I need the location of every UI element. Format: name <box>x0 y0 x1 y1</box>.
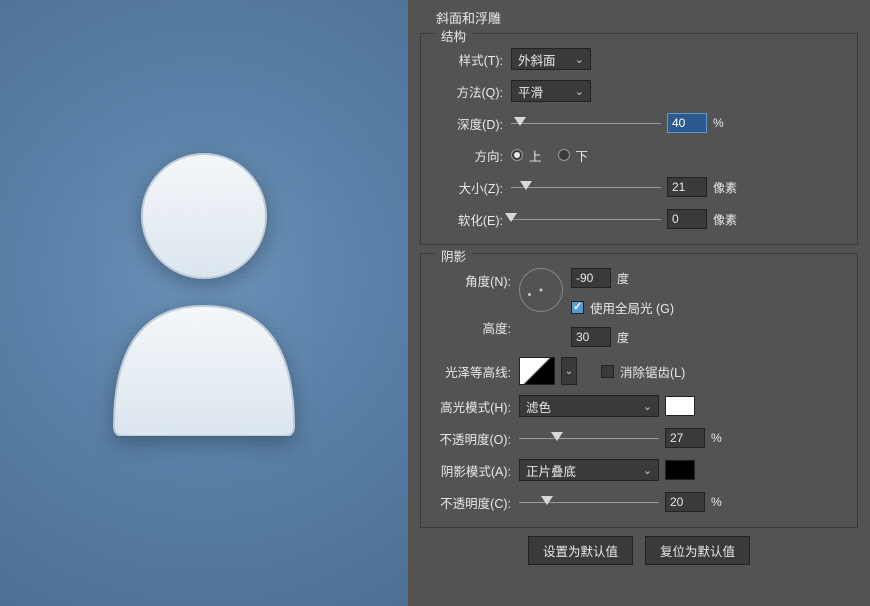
radio-icon <box>511 149 523 161</box>
soften-slider[interactable] <box>511 212 661 226</box>
style-label: 样式(T): <box>431 50 511 69</box>
contour-label: 光泽等高线: <box>431 362 519 381</box>
technique-dropdown[interactable]: 平滑 <box>511 80 591 102</box>
highlight-opacity-unit: % <box>711 431 722 445</box>
depth-label: 深度(D): <box>431 114 511 133</box>
shadow-opacity-unit: % <box>711 495 722 509</box>
effect-title: 斜面和浮雕 <box>436 8 858 27</box>
direction-label: 方向: <box>431 146 511 165</box>
highlight-mode-label: 高光模式(H): <box>431 397 519 416</box>
size-unit: 像素 <box>713 179 737 196</box>
style-dropdown[interactable]: 外斜面 <box>511 48 591 70</box>
size-slider[interactable] <box>511 180 661 194</box>
contour-dropdown[interactable]: ⌄ <box>561 357 577 385</box>
shadow-opacity-input[interactable] <box>665 492 705 512</box>
depth-unit: % <box>713 116 724 130</box>
shadow-opacity-label: 不透明度(C): <box>431 493 519 512</box>
angle-unit: 度 <box>617 270 629 287</box>
technique-label: 方法(Q): <box>431 82 511 101</box>
shadow-color-swatch[interactable] <box>665 460 695 480</box>
shading-fieldset: 阴影 角度(N): 高度: 度 使用全局光 (G) 度 <box>420 253 858 528</box>
direction-up-radio[interactable]: 上 <box>511 146 542 165</box>
altitude-input[interactable] <box>571 327 611 347</box>
highlight-opacity-input[interactable] <box>665 428 705 448</box>
user-icon <box>94 146 314 436</box>
altitude-unit: 度 <box>617 329 629 346</box>
highlight-opacity-slider[interactable] <box>519 431 659 445</box>
shading-title: 阴影 <box>435 246 472 265</box>
highlight-mode-dropdown[interactable]: 滤色 <box>519 395 659 417</box>
highlight-opacity-label: 不透明度(O): <box>431 429 519 448</box>
global-light-checkbox[interactable] <box>571 301 584 314</box>
size-input[interactable] <box>667 177 707 197</box>
angle-input[interactable] <box>571 268 611 288</box>
antialias-label: 消除锯齿(L) <box>620 362 685 381</box>
bevel-emboss-panel: 斜面和浮雕 结构 样式(T): 外斜面 方法(Q): 平滑 深度(D): % 方… <box>408 0 870 606</box>
shadow-mode-label: 阴影模式(A): <box>431 461 519 480</box>
soften-label: 软化(E): <box>431 210 511 229</box>
direction-down-radio[interactable]: 下 <box>558 146 589 165</box>
structure-title: 结构 <box>435 26 472 45</box>
depth-slider[interactable] <box>511 116 661 130</box>
shadow-opacity-slider[interactable] <box>519 495 659 509</box>
altitude-label: 高度: <box>431 318 519 337</box>
angle-label: 角度(N): <box>431 271 519 290</box>
size-label: 大小(Z): <box>431 178 511 197</box>
preview-pane <box>0 0 408 606</box>
depth-input[interactable] <box>667 113 707 133</box>
angle-dial[interactable] <box>519 268 563 312</box>
radio-icon <box>558 149 570 161</box>
global-light-label: 使用全局光 (G) <box>590 298 674 317</box>
antialias-checkbox[interactable] <box>601 365 614 378</box>
soften-input[interactable] <box>667 209 707 229</box>
soften-unit: 像素 <box>713 211 737 228</box>
contour-preview[interactable] <box>519 357 555 385</box>
structure-fieldset: 结构 样式(T): 外斜面 方法(Q): 平滑 深度(D): % 方向: <box>420 33 858 245</box>
reset-default-button[interactable]: 复位为默认值 <box>645 536 750 565</box>
shadow-mode-dropdown[interactable]: 正片叠底 <box>519 459 659 481</box>
set-default-button[interactable]: 设置为默认值 <box>528 536 633 565</box>
highlight-color-swatch[interactable] <box>665 396 695 416</box>
